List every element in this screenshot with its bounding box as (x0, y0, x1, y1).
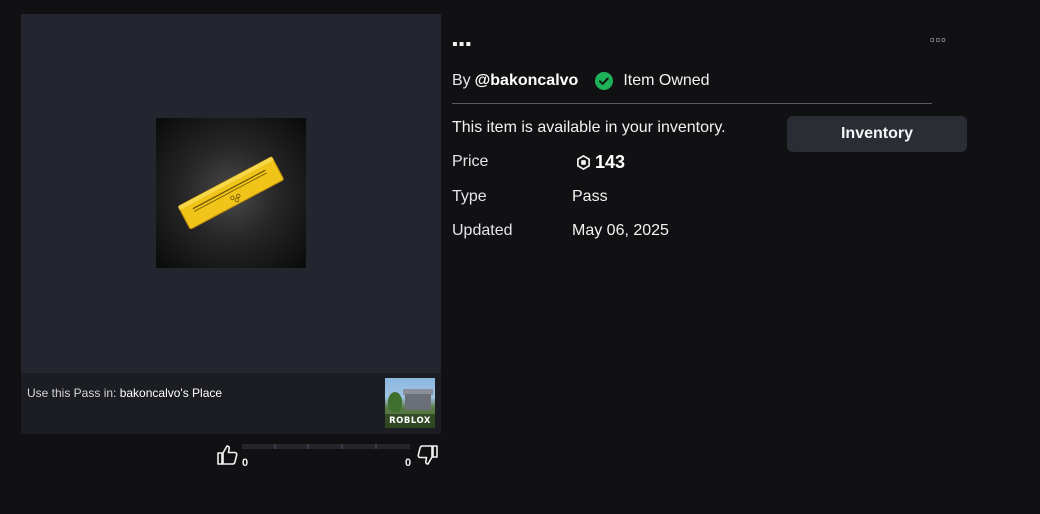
item-title: ▪▪▪ (452, 36, 473, 53)
place-thumbnail-tree (388, 392, 402, 412)
price-value: 143 (595, 151, 626, 172)
creator-byline: By @bakoncalvo Item Owned (452, 70, 710, 92)
vote-bar-tick (375, 444, 377, 449)
item-owned-label: Item Owned (623, 72, 710, 89)
vote-bar-tick (274, 444, 276, 449)
vote-bar-tick (307, 444, 309, 449)
updated-value: May 06, 2025 (572, 222, 669, 239)
use-pass-bar: Use this Pass in: bakoncalvo's Place ROB… (21, 373, 441, 434)
by-prefix: By (452, 72, 471, 89)
place-thumbnail-house (405, 394, 431, 410)
place-thumbnail[interactable]: ROBLOX (385, 378, 435, 428)
pass-image (156, 118, 306, 268)
type-label: Type (452, 188, 487, 205)
updated-label: Updated (452, 222, 513, 239)
divider (452, 103, 932, 104)
item-thumbnail-card: Use this Pass in: bakoncalvo's Place ROB… (21, 14, 441, 434)
vote-bar-tick (341, 444, 343, 449)
inventory-button[interactable]: Inventory (787, 116, 967, 152)
upvote-count: 0 (242, 457, 249, 469)
place-link[interactable]: bakoncalvo's Place (120, 386, 222, 400)
downvote-count: 0 (405, 457, 412, 469)
availability-text: This item is available in your inventory… (452, 119, 726, 136)
vote-ratio-bar (242, 444, 410, 449)
thumbs-down-icon[interactable] (415, 443, 439, 467)
type-value: Pass (572, 188, 608, 205)
use-pass-prefix: Use this Pass in: (27, 386, 120, 400)
robux-icon (577, 154, 590, 170)
creator-link[interactable]: @bakoncalvo (475, 72, 579, 90)
item-details-page: Use this Pass in: bakoncalvo's Place ROB… (0, 0, 1040, 514)
golden-ticket-icon (178, 156, 284, 230)
check-circle-icon (595, 72, 614, 90)
price-value-row: 143 (576, 152, 625, 172)
more-options-button[interactable]: ▫▫▫ (930, 32, 947, 47)
roblox-logo: ROBLOX (385, 414, 435, 428)
price-label: Price (452, 153, 489, 170)
thumbs-up-icon[interactable] (216, 443, 240, 467)
use-pass-text: Use this Pass in: bakoncalvo's Place (27, 386, 222, 400)
